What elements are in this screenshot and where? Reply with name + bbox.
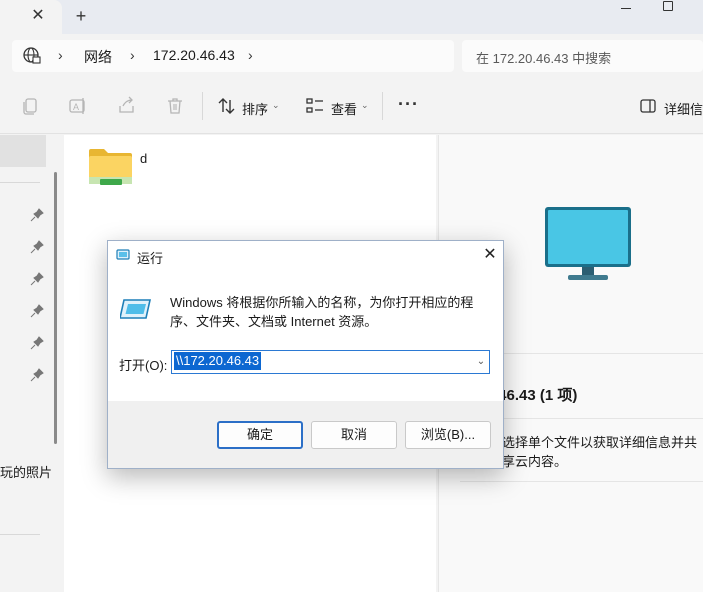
pin-icon[interactable]	[30, 208, 44, 222]
dialog-message: Windows 将根据你所输入的名称，为你打开相应的程序、文件夹、文档或 Int…	[170, 295, 474, 329]
network-globe-icon	[23, 47, 41, 64]
folder-shared-icon[interactable]	[88, 146, 134, 188]
ok-button[interactable]: 确定	[217, 421, 303, 449]
breadcrumb-chevron-icon[interactable]: ›	[130, 47, 135, 63]
sort-icon[interactable]	[217, 96, 237, 116]
maximize-icon[interactable]	[663, 1, 673, 11]
open-field-label: 打开(O):	[119, 358, 168, 373]
navigation-pane	[0, 135, 48, 592]
nav-scrollbar[interactable]	[54, 172, 57, 444]
pin-icon[interactable]	[30, 272, 44, 286]
breadcrumb-chevron-icon[interactable]: ›	[248, 47, 253, 63]
pin-icon[interactable]	[30, 304, 44, 318]
dialog-title: 运行	[137, 251, 164, 266]
cancel-button[interactable]: 取消	[311, 421, 397, 449]
new-tab-button[interactable]: +	[70, 6, 92, 28]
sort-button[interactable]: 排序	[242, 99, 268, 118]
close-icon[interactable]: ✕	[480, 245, 500, 265]
details-title: .46.43 (1 项)	[494, 387, 578, 404]
details-divider	[460, 481, 703, 482]
nav-item-photos[interactable]: 玩的照片	[0, 462, 52, 481]
copy-icon[interactable]	[20, 96, 40, 116]
tab-close-icon[interactable]: ✕	[28, 6, 48, 26]
svg-text:A: A	[73, 102, 79, 112]
breadcrumb-network[interactable]: 网络	[84, 47, 112, 67]
file-item-label[interactable]: d	[140, 151, 147, 166]
share-icon[interactable]	[117, 96, 137, 116]
open-input[interactable]: \\172.20.46.43	[174, 352, 262, 370]
search-input[interactable]: 在 172.20.46.43 中搜索	[476, 48, 611, 67]
chevron-down-icon[interactable]: ⌄	[474, 352, 488, 372]
chevron-down-icon[interactable]: ⌄	[361, 100, 369, 111]
dialog-title-bar[interactable]	[108, 241, 503, 271]
breadcrumb-chevron-icon[interactable]: ›	[58, 47, 63, 63]
pin-icon[interactable]	[30, 368, 44, 382]
details-pane-icon[interactable]	[640, 99, 656, 113]
pin-icon[interactable]	[30, 336, 44, 350]
toolbar-divider	[202, 92, 203, 120]
nav-divider	[0, 534, 40, 535]
details-button[interactable]: 详细信息	[664, 99, 703, 118]
toolbar-divider	[382, 92, 383, 120]
view-icon[interactable]	[305, 96, 325, 116]
browse-button[interactable]: 浏览(B)...	[405, 421, 491, 449]
delete-icon[interactable]	[165, 96, 185, 116]
minimize-icon[interactable]	[615, 0, 637, 16]
details-description: 选择单个文件以获取详细信息并共享云内容。	[502, 435, 698, 469]
rename-icon[interactable]: A	[68, 96, 88, 116]
tab-bar	[0, 0, 703, 34]
more-options-icon[interactable]: ···	[398, 94, 419, 115]
breadcrumb-host[interactable]: 172.20.46.43	[153, 47, 235, 63]
computer-monitor-icon	[545, 207, 631, 280]
run-icon	[116, 249, 130, 260]
nav-divider	[0, 182, 40, 183]
view-button[interactable]: 查看	[331, 99, 357, 118]
run-program-icon	[120, 299, 151, 319]
chevron-down-icon[interactable]: ⌄	[272, 100, 280, 111]
pin-icon[interactable]	[30, 240, 44, 254]
nav-selected-item[interactable]	[0, 135, 46, 167]
